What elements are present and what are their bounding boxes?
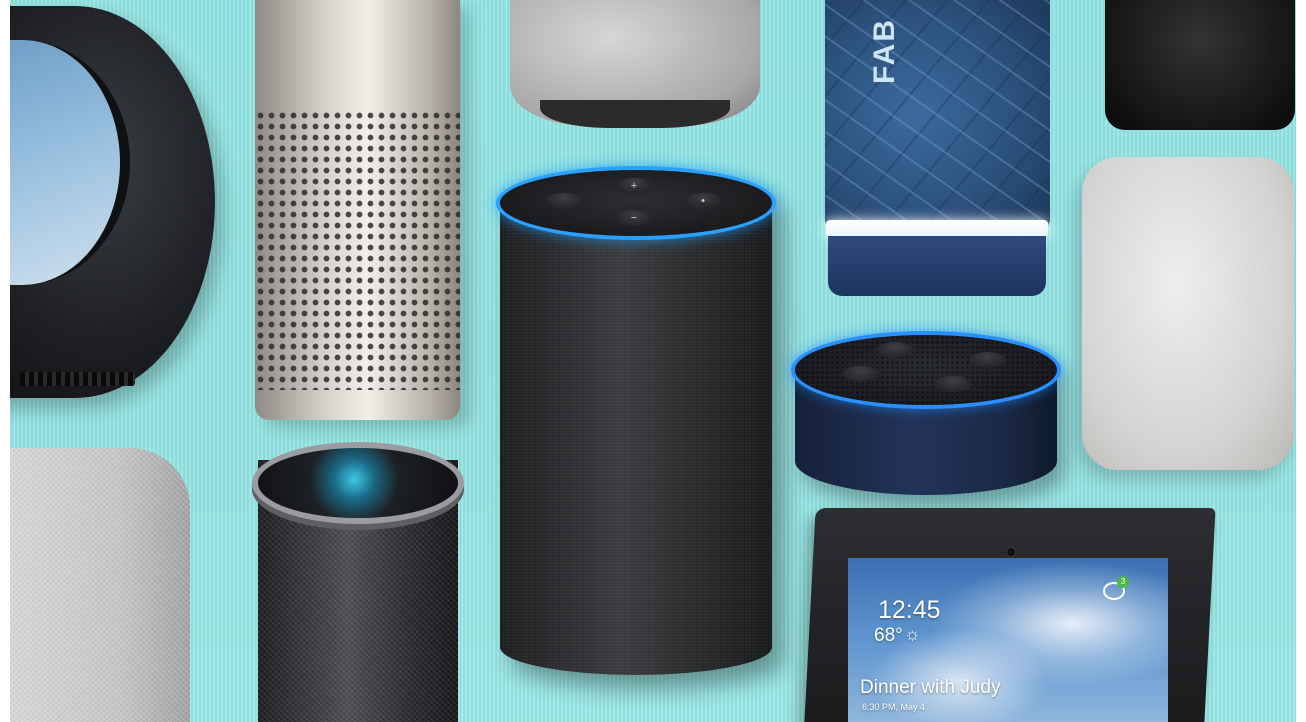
echo-volume-down-button: − bbox=[615, 210, 653, 226]
silver-echo-speaker bbox=[255, 0, 460, 420]
sun-icon: ☼ bbox=[904, 624, 921, 644]
echo-dot-blue-light-ring bbox=[795, 335, 1057, 405]
echo-dot-action-button bbox=[876, 342, 914, 358]
right-border bbox=[1296, 0, 1306, 722]
echo-action-button bbox=[545, 193, 583, 209]
notification-badge: 3 bbox=[1117, 576, 1129, 588]
homepod-speaker bbox=[10, 448, 190, 722]
echo-dot-mic-button bbox=[842, 366, 880, 382]
echo-dot-volume-up-button bbox=[968, 352, 1006, 368]
perforated-grille bbox=[255, 110, 460, 390]
fabriq-patterned-speaker bbox=[825, 0, 1050, 228]
event-subtitle: 6:30 PM, May 4 bbox=[862, 702, 926, 712]
echo-speaker-body bbox=[500, 170, 772, 675]
gray-speaker-base bbox=[540, 100, 730, 128]
invoke-cortana-light bbox=[258, 448, 458, 518]
echo-mute-button: • bbox=[684, 193, 722, 209]
camera-icon bbox=[1006, 547, 1016, 557]
clock-time: 12:45 bbox=[878, 596, 941, 624]
light-gray-speaker bbox=[1082, 157, 1294, 470]
echo-spot-grille bbox=[20, 372, 135, 386]
fabriq-base bbox=[828, 236, 1046, 296]
echo-volume-up-button: + bbox=[615, 178, 653, 194]
black-speaker bbox=[1105, 0, 1295, 130]
smart-speakers-photo: FAB + • − 12:45 68° ☼ Dinner with Judy 6… bbox=[0, 0, 1306, 722]
temperature: 68° bbox=[874, 625, 903, 646]
event-title: Dinner with Judy bbox=[860, 677, 1001, 698]
fabriq-brand-logo: FAB bbox=[868, 18, 901, 84]
echo-dot-volume-down-button bbox=[934, 376, 972, 392]
left-border bbox=[0, 0, 10, 722]
